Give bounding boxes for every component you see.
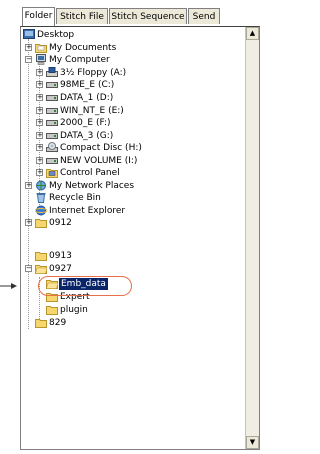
expand-plus-icon[interactable]: + (36, 81, 43, 88)
tree-item-label: 0927 (49, 264, 72, 274)
tree-item-label: 3½ Floppy (A:) (60, 68, 127, 78)
tree-item-my-documents[interactable]: + My Documents (23, 42, 223, 54)
tree-item-label: WIN_NT_E (E:) (60, 106, 124, 116)
expand-plus-icon[interactable]: + (36, 69, 43, 76)
tree-item-label: DATA_3 (G:) (60, 131, 114, 141)
floppy-drive-icon (46, 67, 58, 78)
documents-folder-icon (35, 42, 47, 53)
tree-item-folder-0913[interactable]: 0913 (23, 250, 223, 262)
highlight-callout (38, 276, 132, 296)
tree-item-network-places[interactable]: + My Network Places (23, 180, 223, 192)
expand-plus-icon[interactable]: + (25, 44, 32, 51)
tree-item-folder-0912[interactable]: + 0912 (23, 217, 223, 229)
tree-item-label: Control Panel (60, 168, 120, 178)
tree-item-folder-829[interactable]: 829 (23, 317, 223, 329)
tab-stitch-file[interactable]: Stitch File (56, 8, 108, 24)
folder-open-icon (35, 263, 48, 274)
tree-item-drive[interactable]: + 3½ Floppy (A:) (23, 67, 223, 79)
expand-plus-icon[interactable]: + (36, 144, 43, 151)
collapse-minus-icon[interactable]: − (25, 265, 32, 272)
tree-item-plugin[interactable]: plugin (23, 304, 223, 316)
scroll-up-button[interactable]: ▲ (246, 27, 259, 40)
tree-item-folder-0927[interactable]: − 0927 (23, 263, 223, 275)
hard-drive-icon (46, 117, 58, 128)
tree-item-label: My Computer (49, 55, 110, 65)
desktop-icon (23, 29, 35, 40)
network-icon (35, 180, 47, 191)
tree-item-label: NEW VOLUME (I:) (60, 156, 138, 166)
tree-item-label: 2000_E (F:) (60, 118, 111, 128)
folder-tree-panel[interactable]: Desktop + My Documents − My Computer + 3… (20, 26, 260, 450)
hard-drive-icon (46, 105, 58, 116)
tree-item-drive[interactable]: + 98ME_E (C:) (23, 79, 223, 91)
hard-drive-icon (46, 155, 58, 166)
expand-plus-icon[interactable]: + (36, 107, 43, 114)
tree-item-label: Compact Disc (H:) (60, 143, 142, 153)
collapse-minus-icon[interactable]: − (25, 56, 32, 63)
tab-stitch-sequence[interactable]: Stitch Sequence (109, 8, 187, 24)
folder-icon (35, 317, 47, 328)
expand-plus-icon[interactable]: + (25, 219, 32, 226)
tree-item-label: 0913 (49, 251, 72, 261)
expand-plus-icon[interactable]: + (36, 157, 43, 164)
vertical-scrollbar[interactable]: ▲ ▼ (245, 27, 259, 449)
tab-stitch-sequence-label: Stitch Sequence (111, 12, 185, 22)
tab-send[interactable]: Send (188, 8, 220, 24)
folder-icon (35, 250, 47, 261)
tree-item-label: My Network Places (49, 181, 135, 191)
tree-item-recycle-bin[interactable]: Recycle Bin (23, 192, 223, 204)
tree-item-drive[interactable]: + DATA_1 (D:) (23, 92, 223, 104)
tree-item-label: 0912 (49, 218, 72, 228)
tab-folder[interactable]: Folder (22, 7, 55, 26)
expand-plus-icon[interactable]: + (36, 94, 43, 101)
computer-icon (35, 54, 47, 65)
tab-folder-label: Folder (24, 11, 53, 21)
hard-drive-icon (46, 92, 58, 103)
expand-plus-icon[interactable]: + (36, 132, 43, 139)
internet-explorer-icon (34, 205, 48, 216)
tree-item-label: DATA_1 (D:) (60, 93, 114, 103)
recycle-bin-icon (35, 192, 47, 203)
tree-item-label: 829 (49, 318, 67, 328)
tree-item-label: plugin (60, 305, 88, 315)
tree-item-desktop[interactable]: Desktop (23, 29, 223, 41)
control-panel-icon (46, 167, 58, 178)
tree-item-my-computer[interactable]: − My Computer (23, 54, 223, 66)
tree-item-label: Desktop (37, 30, 75, 40)
tree-item-label: Recycle Bin (49, 193, 101, 203)
tree-item-drive[interactable]: + WIN_NT_E (E:) (23, 105, 223, 117)
scroll-down-button[interactable]: ▼ (246, 436, 259, 449)
tree-item-internet-explorer[interactable]: Internet Explorer (23, 205, 223, 217)
expand-plus-icon[interactable]: + (25, 182, 32, 189)
tree-item-drive[interactable]: + Compact Disc (H:) (23, 142, 223, 154)
tree-item-label: Internet Explorer (49, 206, 126, 216)
hard-drive-icon (46, 79, 58, 90)
expand-plus-icon[interactable]: + (36, 119, 43, 126)
tab-send-label: Send (192, 12, 216, 22)
tree-item-control-panel[interactable]: + Control Panel (23, 167, 223, 179)
tree-item-drive[interactable]: + 2000_E (F:) (23, 117, 223, 129)
cd-drive-icon (46, 142, 58, 153)
folder-icon (35, 217, 47, 228)
tree-item-label: My Documents (49, 43, 117, 53)
expand-plus-icon[interactable]: + (36, 169, 43, 176)
pointer-arrow-icon (0, 282, 18, 290)
tab-stitch-file-label: Stitch File (60, 12, 104, 22)
tree-item-drive[interactable]: + NEW VOLUME (I:) (23, 155, 223, 167)
hard-drive-icon (46, 130, 58, 141)
tree-item-drive[interactable]: + DATA_3 (G:) (23, 130, 223, 142)
tree-item-label: 98ME_E (C:) (60, 80, 115, 90)
folder-icon (46, 304, 58, 315)
